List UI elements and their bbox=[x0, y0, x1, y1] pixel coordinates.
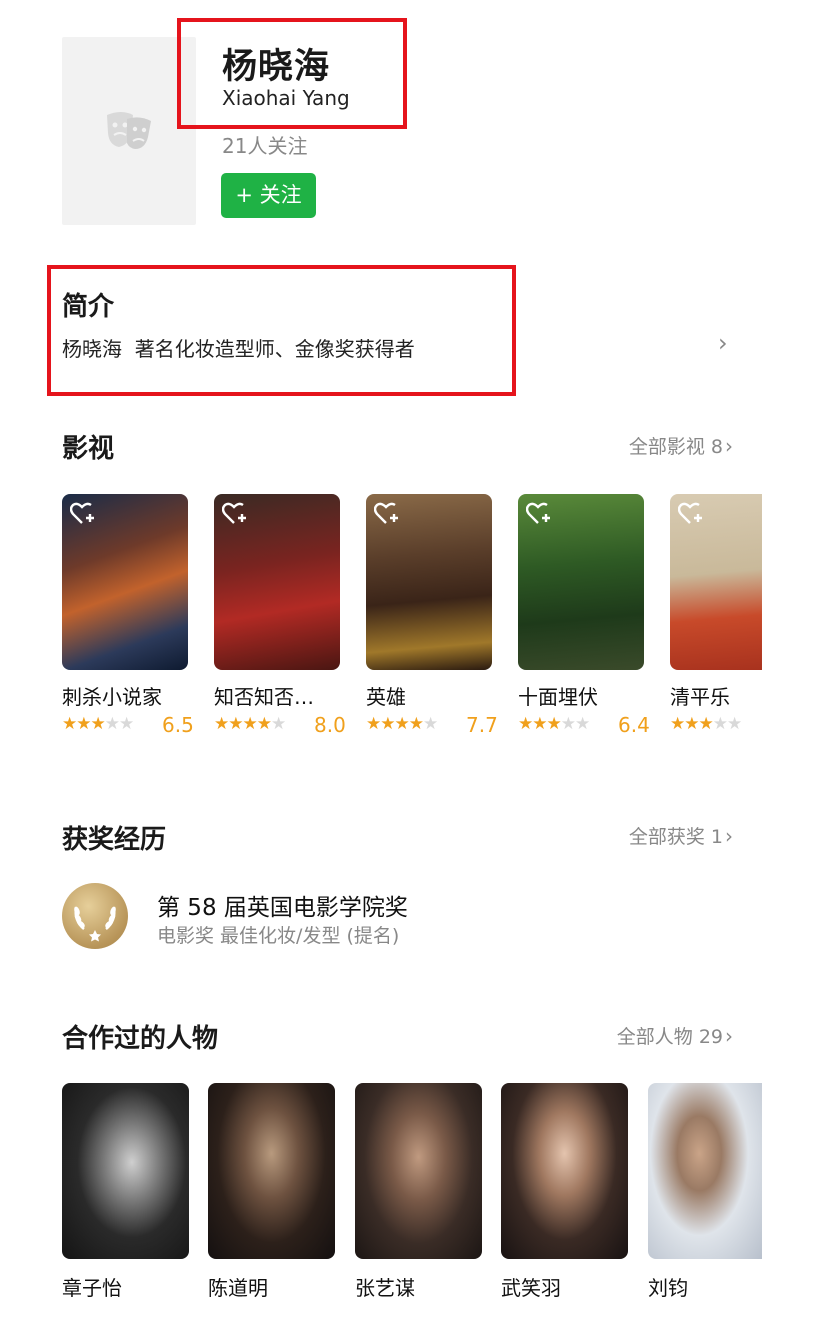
star-filled-icon: ★ bbox=[380, 714, 395, 734]
award-category: 电影奖 最佳化妆/发型 (提名) bbox=[157, 925, 400, 947]
star-empty-icon: ★ bbox=[119, 714, 134, 734]
film-poster[interactable] bbox=[366, 494, 492, 670]
star-filled-icon: ★ bbox=[408, 714, 424, 734]
film-poster[interactable] bbox=[518, 494, 644, 670]
person-name[interactable]: 陈道明 bbox=[208, 1272, 268, 1301]
add-favorite-icon[interactable] bbox=[678, 502, 706, 526]
person-name[interactable]: 刘钧 bbox=[648, 1272, 688, 1301]
all-awards-link[interactable]: 全部获奖 1 › bbox=[629, 822, 733, 849]
star-empty-icon: ★ bbox=[727, 714, 742, 734]
star-rating: ★★★★★ bbox=[670, 714, 742, 734]
film-title[interactable]: 清平乐 bbox=[670, 681, 730, 710]
star-filled-icon: ★ bbox=[518, 714, 533, 734]
star-filled-icon: ★ bbox=[242, 714, 258, 734]
star-rating: ★★★★★ bbox=[62, 714, 134, 734]
person-photo[interactable] bbox=[62, 1083, 189, 1259]
star-filled-icon: ★ bbox=[214, 714, 229, 734]
star-filled-icon: ★ bbox=[366, 714, 381, 734]
films-section-title: 影视 bbox=[62, 434, 115, 464]
star-filled-icon: ★ bbox=[546, 714, 562, 734]
star-filled-icon: ★ bbox=[532, 714, 547, 734]
star-filled-icon: ★ bbox=[698, 714, 714, 734]
star-empty-icon: ★ bbox=[712, 714, 728, 734]
star-rating: ★★★★★ bbox=[518, 714, 590, 734]
star-filled-icon: ★ bbox=[76, 714, 91, 734]
add-favorite-icon[interactable] bbox=[222, 502, 250, 526]
star-empty-icon: ★ bbox=[575, 714, 590, 734]
all-people-link[interactable]: 全部人物 29 › bbox=[617, 1022, 733, 1049]
award-name[interactable]: 第 58 届英国电影学院奖 bbox=[157, 888, 408, 922]
add-favorite-icon[interactable] bbox=[374, 502, 402, 526]
follow-button[interactable]: + 关注 bbox=[221, 173, 316, 218]
star-empty-icon: ★ bbox=[560, 714, 576, 734]
highlight-box-name bbox=[177, 18, 407, 129]
all-films-link[interactable]: 全部影视 8 › bbox=[629, 432, 733, 459]
star-rating: ★★★★★ bbox=[214, 714, 286, 734]
theater-masks-icon bbox=[107, 112, 151, 149]
person-photo[interactable] bbox=[208, 1083, 335, 1259]
film-score: 7.7 bbox=[466, 713, 498, 737]
person-name[interactable]: 章子怡 bbox=[62, 1272, 122, 1301]
person-photo[interactable] bbox=[355, 1083, 482, 1259]
chevron-right-icon: › bbox=[725, 1024, 733, 1048]
film-score: 6.4 bbox=[618, 713, 650, 737]
add-favorite-icon[interactable] bbox=[70, 502, 98, 526]
star-empty-icon: ★ bbox=[104, 714, 120, 734]
person-photo[interactable] bbox=[648, 1083, 762, 1259]
highlight-box-intro bbox=[47, 265, 516, 396]
chevron-right-icon: › bbox=[725, 434, 733, 458]
film-title[interactable]: 刺杀小说家 bbox=[62, 681, 162, 710]
film-title[interactable]: 十面埋伏 bbox=[518, 681, 598, 710]
avatar-placeholder bbox=[62, 37, 196, 225]
film-poster[interactable] bbox=[670, 494, 762, 670]
film-title[interactable]: 英雄 bbox=[366, 681, 406, 710]
followers-count: 21人关注 bbox=[222, 134, 308, 158]
star-filled-icon: ★ bbox=[684, 714, 699, 734]
star-filled-icon: ★ bbox=[90, 714, 106, 734]
star-filled-icon: ★ bbox=[670, 714, 685, 734]
star-filled-icon: ★ bbox=[394, 714, 410, 734]
awards-section-title: 获奖经历 bbox=[62, 825, 167, 855]
star-filled-icon: ★ bbox=[256, 714, 272, 734]
chevron-right-icon: › bbox=[725, 824, 733, 848]
scroll-fade-overlay bbox=[761, 0, 833, 1320]
person-name[interactable]: 张艺谋 bbox=[355, 1272, 415, 1301]
film-score: 8.0 bbox=[314, 713, 346, 737]
film-score: 6.5 bbox=[162, 713, 194, 737]
star-filled-icon: ★ bbox=[62, 714, 77, 734]
all-awards-label: 全部获奖 1 bbox=[628, 826, 723, 848]
film-poster[interactable] bbox=[62, 494, 188, 670]
film-title[interactable]: 知否知否… bbox=[214, 681, 314, 710]
star-empty-icon: ★ bbox=[423, 714, 438, 734]
film-poster[interactable] bbox=[214, 494, 340, 670]
all-people-label: 全部人物 29 bbox=[616, 1026, 723, 1048]
add-favorite-icon[interactable] bbox=[526, 502, 554, 526]
person-name[interactable]: 武笑羽 bbox=[501, 1272, 561, 1301]
star-empty-icon: ★ bbox=[271, 714, 286, 734]
star-rating: ★★★★★ bbox=[366, 714, 438, 734]
chevron-right-icon[interactable]: › bbox=[718, 329, 728, 357]
all-films-label: 全部影视 8 bbox=[628, 436, 723, 458]
person-photo[interactable] bbox=[501, 1083, 628, 1259]
people-section-title: 合作过的人物 bbox=[62, 1024, 219, 1054]
laurel-award-icon bbox=[62, 883, 128, 949]
star-filled-icon: ★ bbox=[228, 714, 243, 734]
